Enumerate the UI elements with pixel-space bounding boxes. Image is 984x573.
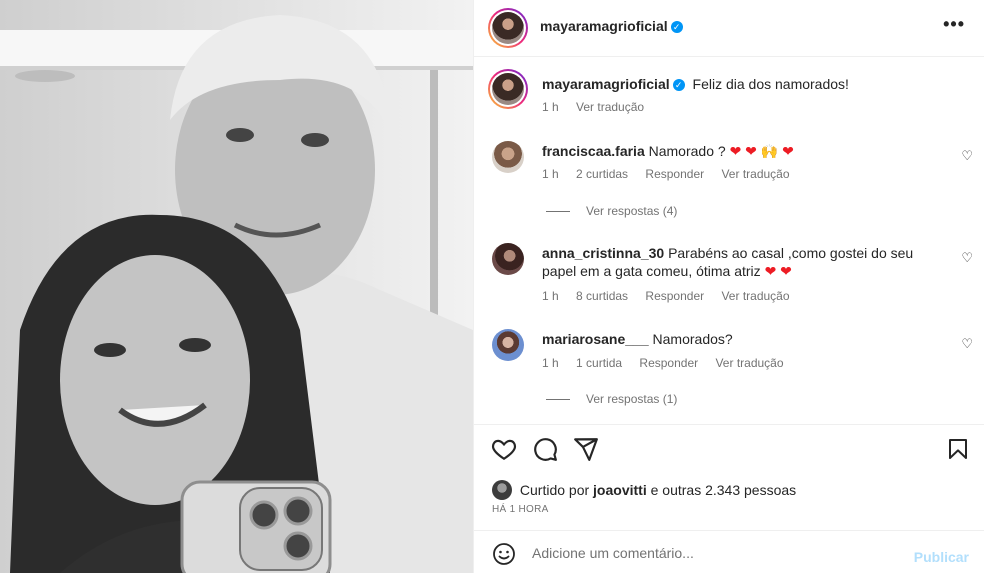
bookmark-icon[interactable] (946, 436, 970, 462)
comment-text-line-2: papel em a gata comeu, ótima atriz (542, 263, 761, 279)
comment-time: 1 h (542, 289, 559, 303)
verified-icon: ✓ (672, 79, 685, 91)
comment-like-icon[interactable]: ♡ (961, 148, 973, 164)
comment-emojis: ❤ ❤ 🙌 ❤ (729, 143, 794, 159)
liked-by-prefix: Curtido por (519, 482, 590, 498)
action-bar (474, 425, 984, 473)
verified-icon: ✓ (670, 21, 683, 33)
comment-avatar[interactable] (492, 243, 524, 275)
reply-button[interactable]: Responder (645, 289, 704, 303)
translate-link[interactable]: Ver tradução (715, 356, 783, 370)
comment-icon[interactable] (532, 436, 558, 462)
comment-1: franciscaa.faria Namorado ? ❤ ❤ 🙌 ❤ (542, 142, 794, 160)
comment-username[interactable]: franciscaa.faria (542, 143, 645, 159)
comment-meta: 1 h 1 curtida Responder Ver tradução (542, 356, 798, 370)
comment-text: Namorados? (652, 331, 733, 347)
comment-3: mariarosane___ Namorados? (542, 330, 733, 348)
comment-like-icon[interactable]: ♡ (961, 336, 973, 352)
comment-meta: 1 h 8 curtidas Responder Ver tradução (542, 289, 804, 303)
caption: mayaramagrioficial ✓ Feliz dia dos namora… (542, 75, 849, 93)
comment-time: 1 h (542, 356, 559, 370)
comments-list: mayaramagrioficial ✓ Feliz dia dos namora… (474, 57, 984, 425)
post-timestamp: HÁ 1 HORA (492, 504, 549, 515)
caption-username[interactable]: mayaramagrioficial (542, 76, 670, 92)
caption-translate-link[interactable]: Ver tradução (576, 100, 644, 114)
post-header: mayaramagrioficial ✓ ••• (474, 0, 984, 57)
view-replies-button[interactable]: Ver respostas (4) (546, 204, 677, 218)
translate-link[interactable]: Ver tradução (721, 289, 789, 303)
comment-likes[interactable]: 1 curtida (576, 356, 622, 370)
comment-text: Parabéns ao casal ,como gostei do seu (668, 245, 914, 261)
comment-2: anna_cristinna_30 Parabéns ao casal ,com… (542, 244, 913, 280)
share-icon[interactable] (573, 436, 599, 462)
author-avatar[interactable] (488, 8, 528, 48)
liked-by: Curtido por joaovitti e outras 2.343 pes… (492, 480, 796, 500)
comment-avatar[interactable] (492, 329, 524, 361)
comment-meta: 1 h 2 curtidas Responder Ver tradução (542, 167, 804, 181)
add-comment-bar: Publicar (474, 530, 984, 573)
caption-text: Feliz dia dos namorados! (692, 76, 849, 92)
couple-photo (0, 0, 473, 573)
reply-button[interactable]: Responder (645, 167, 704, 181)
comment-like-icon[interactable]: ♡ (961, 250, 973, 266)
comment-likes[interactable]: 8 curtidas (576, 289, 628, 303)
liked-by-count[interactable]: e outras 2.343 pessoas (651, 482, 797, 498)
author-username[interactable]: mayaramagrioficial (540, 18, 668, 34)
post-panel: mayaramagrioficial ✓ ••• mayaramagriofici… (473, 0, 984, 573)
liked-by-user[interactable]: joaovitti (593, 482, 647, 498)
heart-icon[interactable] (491, 436, 517, 462)
view-replies-button[interactable]: Ver respostas (1) (546, 392, 677, 406)
liked-by-avatar[interactable] (492, 480, 512, 500)
post-photo (0, 0, 473, 573)
reply-button[interactable]: Responder (639, 356, 698, 370)
comment-avatar[interactable] (492, 141, 524, 173)
publish-button[interactable]: Publicar (914, 549, 969, 565)
emoji-icon[interactable] (492, 542, 516, 566)
caption-meta: 1 h Ver tradução (542, 100, 658, 114)
caption-avatar[interactable] (488, 69, 528, 109)
comment-username[interactable]: anna_cristinna_30 (542, 245, 664, 261)
comment-likes[interactable]: 2 curtidas (576, 167, 628, 181)
caption-time: 1 h (542, 100, 559, 114)
comment-time: 1 h (542, 167, 559, 181)
comment-text: Namorado ? (648, 143, 726, 159)
more-icon[interactable]: ••• (943, 14, 965, 35)
comment-username[interactable]: mariarosane___ (542, 331, 649, 347)
translate-link[interactable]: Ver tradução (721, 167, 789, 181)
comment-input[interactable] (532, 541, 892, 565)
comment-emojis: ❤ ❤ (764, 263, 792, 279)
